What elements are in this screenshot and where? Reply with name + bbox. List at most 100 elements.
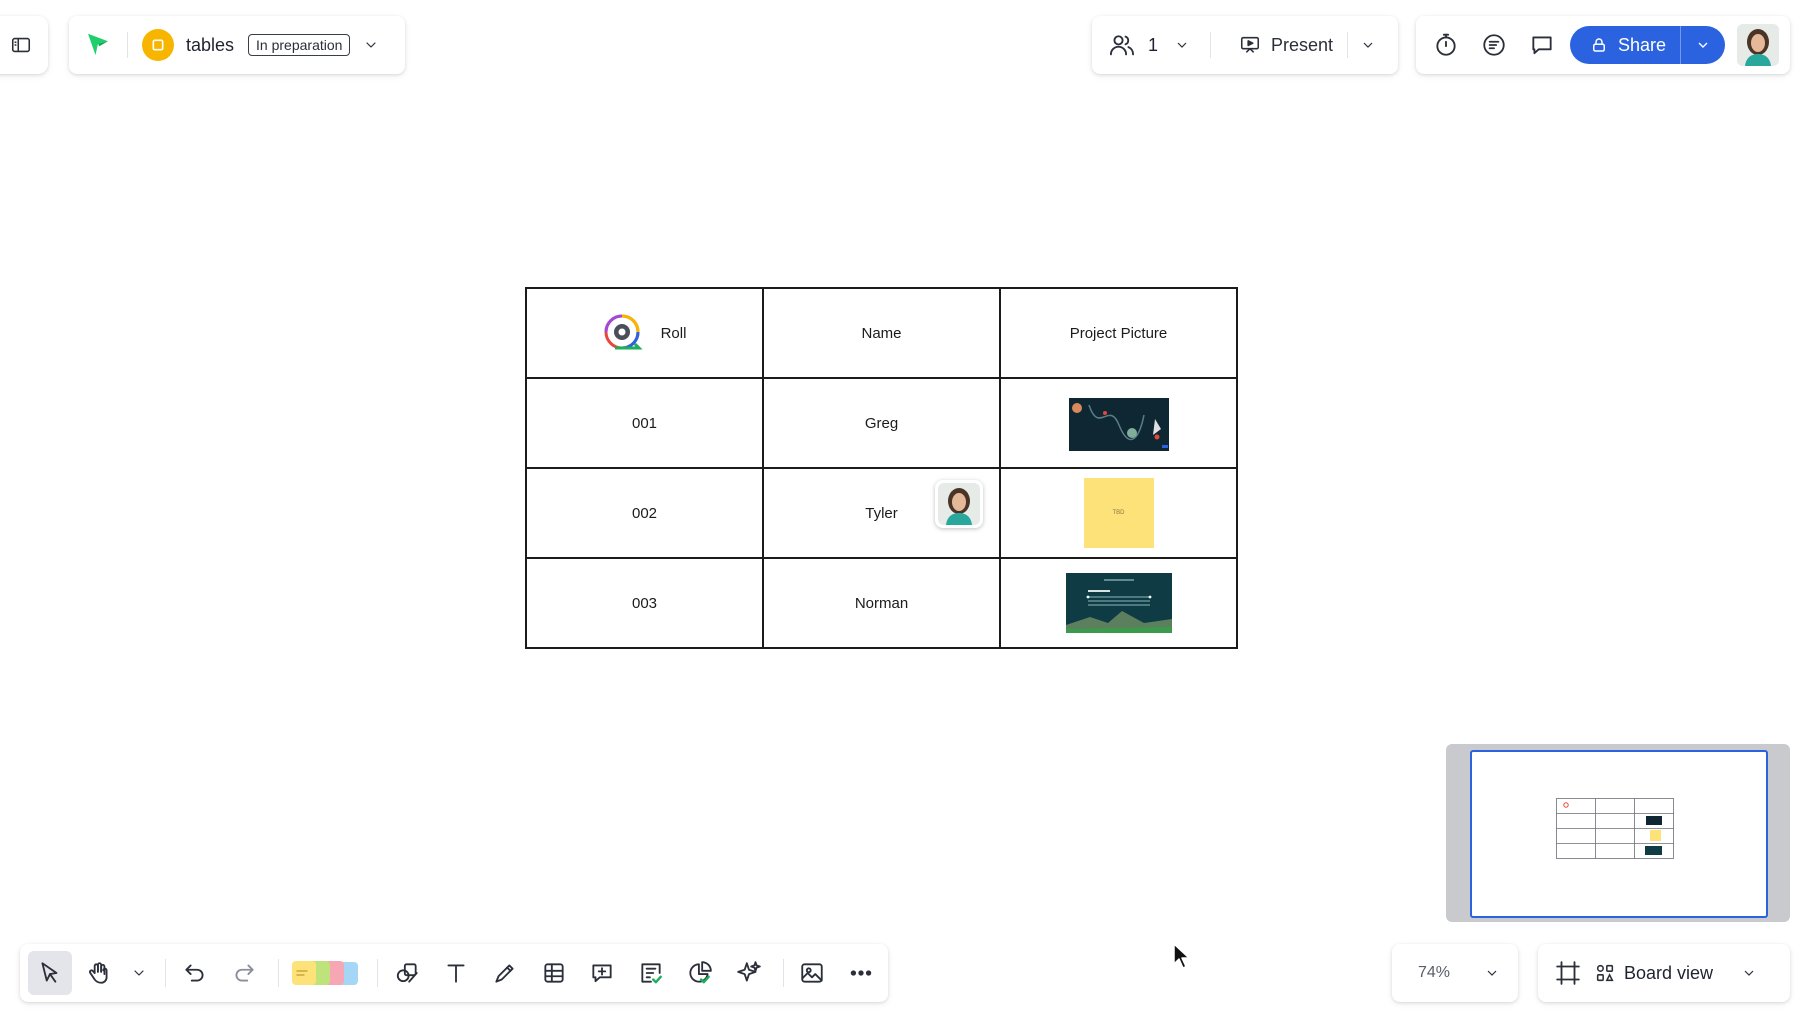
chevron-down-icon [366,42,377,48]
present-icon [1240,36,1260,53]
share-main[interactable]: Share [1570,26,1682,64]
timer-button[interactable] [1426,25,1466,65]
mouse-cursor-icon [1173,943,1190,969]
minimap[interactable] [1446,744,1790,922]
table-cell[interactable] [999,557,1238,649]
board-icon[interactable] [142,29,174,61]
board-view-label: Board view [1624,962,1714,983]
table-cell[interactable]: Greg [762,377,1001,469]
share-dropdown-button[interactable] [1681,26,1725,64]
hand-icon [88,962,108,984]
zoom-control[interactable]: 74% [1392,944,1518,1002]
board-view-icon [1596,964,1614,982]
table-cell[interactable]: Norman [762,557,1001,649]
table-cell-text: Roll [660,324,687,342]
table-cell-text: Greg [864,414,899,432]
zoom-level: 74% [1418,964,1451,981]
table-cell-text: 002 [631,504,658,522]
table-row: 001 Greg [525,377,1238,469]
zoom-dropdown-icon[interactable] [1484,965,1500,981]
table-cell[interactable]: Tyler [762,467,1001,559]
table-cell[interactable]: Project Picture [999,287,1238,379]
table-cell[interactable] [999,377,1238,469]
status-badge[interactable]: In preparation [248,34,351,56]
comment-tool-button[interactable] [581,951,625,995]
image-tool-button[interactable] [791,951,835,995]
minimap-viewport[interactable] [1470,750,1768,918]
chart-tool-button[interactable] [678,951,722,995]
view-dropdown-icon[interactable] [1741,965,1757,981]
more-tools-button[interactable] [839,951,883,995]
brand-logo[interactable] [83,30,113,60]
pen-tool-button[interactable] [483,951,527,995]
comments-icon [1532,36,1552,55]
table-row: 003 Norman [525,557,1238,649]
table-cell[interactable]: TBD [999,467,1238,559]
pointer-icon [41,962,58,983]
timer-icon [1436,33,1456,56]
add-comment-icon [592,964,612,983]
collaboration-panel: 1 Present [1092,16,1398,74]
redo-icon [235,964,254,982]
more-icon [850,970,872,976]
table-row: Roll Name Project Picture [525,287,1238,379]
bottom-toolbar [20,944,888,1002]
redo-button[interactable] [222,951,266,995]
collaborator-avatar[interactable] [935,480,983,528]
board-menu-button[interactable] [356,25,386,65]
fit-to-screen-button[interactable] [1548,953,1588,993]
chevron-down-icon [1744,970,1754,976]
table-cell[interactable]: 003 [525,557,764,649]
board-table[interactable]: Roll Name Project Picture 001 Greg 002 T [525,287,1238,649]
image-icon [801,963,824,983]
sticky-notes-icon [291,961,358,985]
users-dropdown-icon[interactable] [1174,37,1190,53]
sticky-note[interactable]: TBD [1083,478,1154,548]
board-header: tables In preparation [69,16,405,74]
table-cell-text: Norman [854,594,909,612]
right-toolbar: Share [1416,16,1790,74]
chevron-down-icon [1487,970,1497,976]
hand-tool-button[interactable] [77,951,121,995]
ai-tool-button[interactable] [727,951,771,995]
sticky-notes-button[interactable] [286,951,366,995]
text-icon [447,964,465,983]
lock-icon [1593,38,1605,52]
undo-button[interactable] [173,951,217,995]
tool-dropdown-button[interactable] [126,951,154,995]
project-thumbnail-space[interactable] [1068,395,1169,451]
app-gear-icon [604,314,643,350]
chevron-down-icon [1177,42,1187,48]
table-cell[interactable]: Name [762,287,1001,379]
table-cell-text: Tyler [865,504,898,522]
board-name[interactable]: tables [186,35,234,56]
frame-icon [1556,961,1580,985]
users-button[interactable]: 1 [1108,31,1190,59]
tasks-tool-button[interactable] [629,951,673,995]
board-type-icon [152,39,164,51]
select-tool-button[interactable] [28,951,72,995]
avatar[interactable] [1737,24,1780,66]
user-avatar-icon [1737,24,1780,66]
table-cell[interactable]: Roll [525,287,764,379]
users-icon [1109,35,1135,56]
notes-button[interactable] [1474,25,1514,65]
shapes-button[interactable] [385,951,429,995]
present-button[interactable]: Present [1239,34,1333,56]
project-thumbnail-landscape[interactable] [1065,573,1172,633]
table-tool-button[interactable] [532,951,576,995]
sidebar-toggle-button[interactable] [0,16,48,74]
sparkle-icon [736,961,761,982]
present-dropdown-button[interactable] [1360,37,1376,53]
chevron-down-icon [134,970,145,976]
share-label: Share [1618,34,1667,55]
user-count: 1 [1148,34,1159,55]
board-view-button[interactable]: Board view [1594,962,1757,984]
table-cell[interactable]: 002 [525,467,764,559]
task-list-icon [641,963,663,984]
minimap-table-preview [1556,798,1674,859]
comments-button[interactable] [1522,25,1562,65]
table-cell[interactable]: 001 [525,377,764,469]
text-tool-button[interactable] [434,951,478,995]
share-button[interactable]: Share [1570,26,1726,64]
